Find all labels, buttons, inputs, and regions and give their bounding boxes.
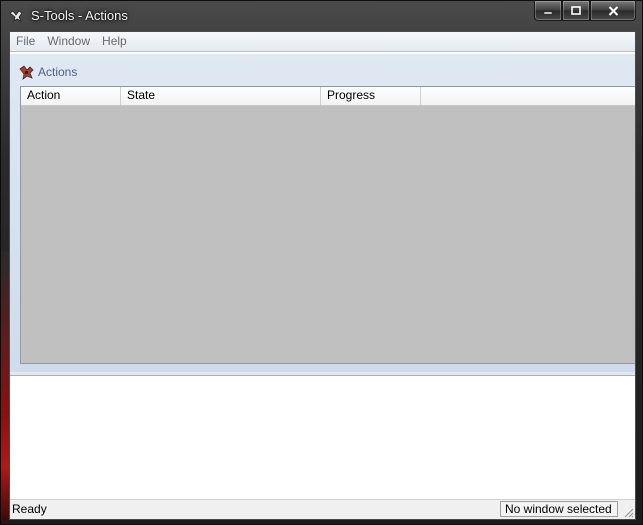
menu-window[interactable]: Window <box>41 32 96 51</box>
client-area: File Window Help Actions Action State Pr… <box>9 31 636 520</box>
resize-grip-icon[interactable] <box>622 506 634 518</box>
lower-pane <box>10 376 635 500</box>
menu-file[interactable]: File <box>10 32 41 51</box>
actions-panel-header: Actions <box>18 62 77 82</box>
s-tools-app-icon[interactable] <box>9 9 23 23</box>
close-button[interactable] <box>590 1 636 21</box>
menu-help[interactable]: Help <box>96 32 133 51</box>
column-header-filler <box>421 87 635 105</box>
actions-panel-title: Actions <box>38 65 78 79</box>
maximize-button[interactable] <box>562 1 590 21</box>
title-bar[interactable]: S-Tools - Actions <box>1 1 642 31</box>
close-icon <box>608 5 618 16</box>
application-window: S-Tools - Actions File Window Help Actio… <box>0 0 643 525</box>
status-bar: Ready No window selected <box>10 499 635 519</box>
actions-icon <box>18 64 34 80</box>
caption-buttons <box>534 1 636 21</box>
menu-bar: File Window Help <box>10 32 635 52</box>
column-header-progress[interactable]: Progress <box>321 87 421 105</box>
minimize-button[interactable] <box>534 1 562 21</box>
actions-panel: Actions Action State Progress <box>10 54 635 373</box>
maximize-icon <box>571 5 581 15</box>
actions-table-header: Action State Progress <box>21 87 635 106</box>
actions-table[interactable]: Action State Progress <box>20 86 635 364</box>
column-header-state[interactable]: State <box>121 87 321 105</box>
window-title: S-Tools - Actions <box>31 8 128 23</box>
status-window-indicator: No window selected <box>500 501 618 517</box>
minimize-icon <box>543 11 553 14</box>
column-header-action[interactable]: Action <box>21 87 121 105</box>
status-text: Ready <box>12 502 47 516</box>
